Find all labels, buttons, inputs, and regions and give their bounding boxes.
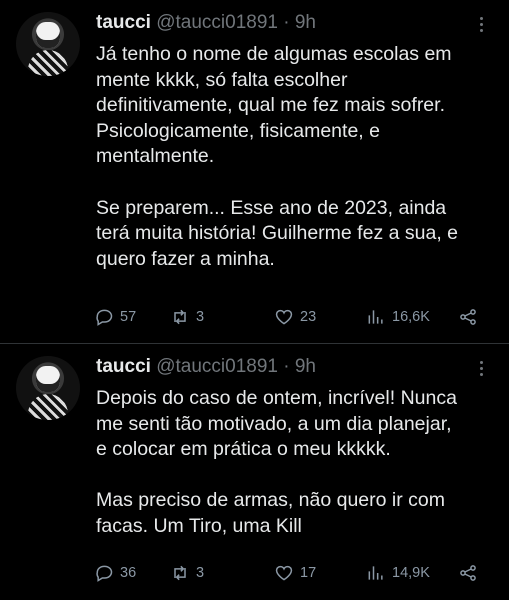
text-line: Psicologicamente, fisicamente, e [96,119,380,142]
text-line: mente kkkk, só falta escolher [96,68,348,91]
text-line: definitivamente, qual me fez mais sofrer… [96,94,445,117]
retweet-button[interactable]: 3 [170,307,204,327]
more-icon[interactable] [471,14,491,34]
avatar[interactable] [16,12,80,76]
like-button[interactable]: 17 [274,563,316,583]
view-count: 14,9K [392,565,430,581]
retweet-icon [174,565,186,581]
retweet-count: 3 [196,565,205,581]
reply-icon [96,565,113,582]
text-line: me senti tão motivado, a um dia planejar… [96,412,452,435]
action-bar: 57 3 23 16,6K [94,306,494,328]
tweet-text: Já tenho o nome de algumas escolas em me… [96,42,496,272]
timestamp[interactable]: 9h [295,12,316,33]
share-button[interactable] [458,563,478,583]
text-line: mentalmente. [96,145,215,168]
like-count: 17 [300,565,317,581]
tweet-header: taucci @taucci01891 · 9h [96,355,316,379]
user-handle[interactable]: @taucci01891 [156,12,278,33]
text-line: terá muita história! Guilherme fez a sua… [96,222,458,245]
retweet-count: 3 [196,309,205,325]
separator: · [283,356,290,377]
reply-button[interactable]: 57 [94,307,136,327]
tweet[interactable]: taucci @taucci01891 · 9h Depois do caso … [0,344,509,600]
views-icon [368,566,383,580]
retweet-icon [174,309,186,325]
heart-icon [275,565,293,581]
text-line: Já tenho o nome de algumas escolas em [96,43,452,65]
more-icon[interactable] [471,358,491,378]
reply-count: 57 [120,309,137,325]
share-icon [460,565,476,581]
display-name[interactable]: taucci [96,12,151,33]
like-button[interactable]: 23 [274,307,316,327]
tweet-header: taucci @taucci01891 · 9h [96,11,316,35]
view-count: 16,6K [392,309,430,325]
user-handle[interactable]: @taucci01891 [156,356,278,377]
heart-icon [275,309,293,325]
tweet-text: Depois do caso de ontem, incrível! Nunca… [96,386,496,540]
avatar[interactable] [16,356,80,420]
views-icon [368,310,383,324]
tweet[interactable]: taucci @taucci01891 · 9h Já tenho o nome… [0,0,509,343]
text-line: Depois do caso de ontem, incrível! Nunca [96,387,457,409]
share-icon [460,309,476,325]
text-line: e colocar em prática o meu kkkkk. [96,438,391,461]
reply-count: 36 [120,565,137,581]
views-button[interactable]: 14,9K [366,563,430,583]
retweet-button[interactable]: 3 [170,563,204,583]
separator: · [283,12,290,33]
views-button[interactable]: 16,6K [366,307,430,327]
text-line: Mas preciso de armas, não quero ir com [96,489,445,512]
action-bar: 36 3 17 14,9K [94,562,494,584]
text-line: Se preparem... Esse ano de 2023, ainda [96,196,447,219]
text-line: facas. Um Tiro, uma Kill [96,514,302,537]
display-name[interactable]: taucci [96,356,151,377]
share-button[interactable] [458,307,478,327]
like-count: 23 [300,309,317,325]
reply-icon [96,309,113,326]
text-line: quero fazer a minha. [96,247,275,270]
reply-button[interactable]: 36 [94,563,136,583]
timestamp[interactable]: 9h [295,356,316,377]
